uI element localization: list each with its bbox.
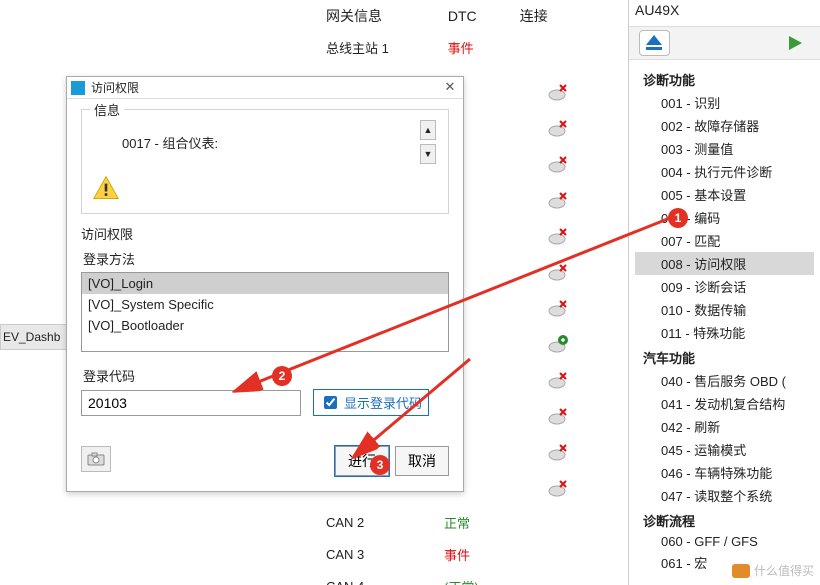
- info-text: 0017 - 组合仪表:: [122, 133, 218, 152]
- row-name: CAN 4: [326, 579, 444, 585]
- show-code-label: 显示登录代码: [344, 393, 422, 412]
- grid-bottom-rows: CAN 2正常CAN 3事件CAN 4(正常): [326, 506, 512, 585]
- right-header-title: AU49X: [635, 2, 679, 18]
- tree-item[interactable]: 046 - 车辆特殊功能: [635, 461, 814, 484]
- row1-name: 总线主站 1: [326, 38, 444, 57]
- connection-bad-icon: [548, 154, 568, 174]
- row-dtc: 正常: [444, 513, 512, 532]
- tree-item[interactable]: 042 - 刷新: [635, 415, 814, 438]
- connection-ok-icon: [548, 334, 568, 354]
- app-icon: [71, 81, 85, 95]
- connection-bad-icon: [548, 190, 568, 210]
- info-group: 信息 0017 - 组合仪表: ▲ ▼: [81, 109, 449, 214]
- hdr-gateway: 网关信息: [326, 6, 444, 26]
- connection-bad-icon: [548, 226, 568, 246]
- tree-item[interactable]: 041 - 发动机复合结构: [635, 392, 814, 415]
- hdr-dtc: DTC: [448, 8, 516, 24]
- row1-dtc: 事件: [448, 38, 516, 57]
- right-panel: AU49X 诊断功能001 - 识别002 - 故障存储器003 - 测量值00…: [628, 0, 820, 585]
- login-option[interactable]: [VO]_Login: [82, 273, 448, 294]
- ok-button[interactable]: 进行: [335, 446, 389, 476]
- info-scroll: ▲ ▼: [420, 118, 436, 166]
- play-button[interactable]: [780, 30, 810, 56]
- connection-bad-icon: [548, 262, 568, 282]
- grid-row-1: 总线主站 1 事件: [326, 38, 516, 57]
- tree-item[interactable]: 009 - 诊断会话: [635, 275, 814, 298]
- scroll-down-icon[interactable]: ▼: [420, 144, 436, 164]
- connection-bad-icon: [548, 406, 568, 426]
- connection-bad-icon: [548, 298, 568, 318]
- right-toolbar: [629, 26, 820, 60]
- tree-item[interactable]: 045 - 运输模式: [635, 438, 814, 461]
- row-dtc: (正常): [444, 577, 512, 585]
- camera-icon: [87, 452, 105, 466]
- grid-headers: 网关信息 DTC 连接: [326, 6, 560, 26]
- login-method-list[interactable]: [VO]_Login[VO]_System Specific[VO]_Bootl…: [81, 272, 449, 352]
- tree-section-title: 汽车功能: [643, 348, 810, 367]
- tree-section-title: 诊断功能: [643, 70, 810, 89]
- row-name: CAN 3: [326, 547, 444, 562]
- access-dialog: 访问权限 ✕ 信息 0017 - 组合仪表: ▲ ▼: [66, 76, 464, 492]
- tree-item[interactable]: 002 - 故障存储器: [635, 114, 814, 137]
- connection-bad-icon: [548, 82, 568, 102]
- login-method-label: 登录方法: [83, 249, 449, 268]
- connection-column: [548, 82, 568, 514]
- watermark-icon: [732, 564, 750, 578]
- grid-row: CAN 2正常: [326, 506, 512, 538]
- show-code-checkbox[interactable]: 显示登录代码: [313, 389, 429, 416]
- tree-item[interactable]: 005 - 基本设置: [635, 183, 814, 206]
- left-tab-fragment[interactable]: EV_Dashb: [0, 324, 70, 350]
- tree-item[interactable]: 010 - 数据传输: [635, 298, 814, 321]
- tree-item[interactable]: 007 - 匹配: [635, 229, 814, 252]
- login-option[interactable]: [VO]_System Specific: [82, 294, 448, 315]
- watermark-text: 什么值得买: [754, 562, 814, 579]
- tree-item[interactable]: 004 - 执行元件诊断: [635, 160, 814, 183]
- tree-item[interactable]: 060 - GFF / GFS: [635, 532, 814, 551]
- show-code-check[interactable]: [324, 396, 337, 409]
- tree-item[interactable]: 006 - 编码: [635, 206, 814, 229]
- tree-item[interactable]: 003 - 测量值: [635, 137, 814, 160]
- warning-icon: [92, 174, 120, 202]
- eject-button[interactable]: [639, 30, 670, 56]
- tree-item[interactable]: 001 - 识别: [635, 91, 814, 114]
- tree-section-title: 诊断流程: [643, 511, 810, 530]
- hdr-conn: 连接: [520, 6, 560, 26]
- screenshot-button[interactable]: [81, 446, 111, 472]
- watermark: 什么值得买: [732, 562, 814, 579]
- tree-item[interactable]: 040 - 售后服务 OBD (: [635, 369, 814, 392]
- function-tree: 诊断功能 001 - 识别002 - 故障存储器003 - 测量值004 - 执行…: [629, 62, 820, 585]
- connection-bad-icon: [548, 370, 568, 390]
- login-code-input[interactable]: [81, 390, 301, 416]
- grid-row: CAN 3事件: [326, 538, 512, 570]
- row-dtc: 事件: [444, 545, 512, 564]
- login-option[interactable]: [VO]_Bootloader: [82, 315, 448, 336]
- close-icon[interactable]: ✕: [441, 79, 459, 97]
- connection-bad-icon: [548, 442, 568, 462]
- dialog-titlebar: 访问权限 ✕: [67, 77, 463, 99]
- row-name: CAN 2: [326, 515, 444, 530]
- login-code-label: 登录代码: [83, 366, 449, 385]
- connection-bad-icon: [548, 478, 568, 498]
- tree-item[interactable]: 008 - 访问权限: [635, 252, 814, 275]
- info-legend: 信息: [90, 100, 124, 119]
- connection-bad-icon: [548, 118, 568, 138]
- access-label: 访问权限: [81, 224, 449, 243]
- tree-item[interactable]: 047 - 读取整个系统: [635, 484, 814, 507]
- tree-item[interactable]: 011 - 特殊功能: [635, 321, 814, 344]
- cancel-button[interactable]: 取消: [395, 446, 449, 476]
- grid-row: CAN 4(正常): [326, 570, 512, 585]
- scroll-up-icon[interactable]: ▲: [420, 120, 436, 140]
- dialog-title: 访问权限: [91, 79, 441, 96]
